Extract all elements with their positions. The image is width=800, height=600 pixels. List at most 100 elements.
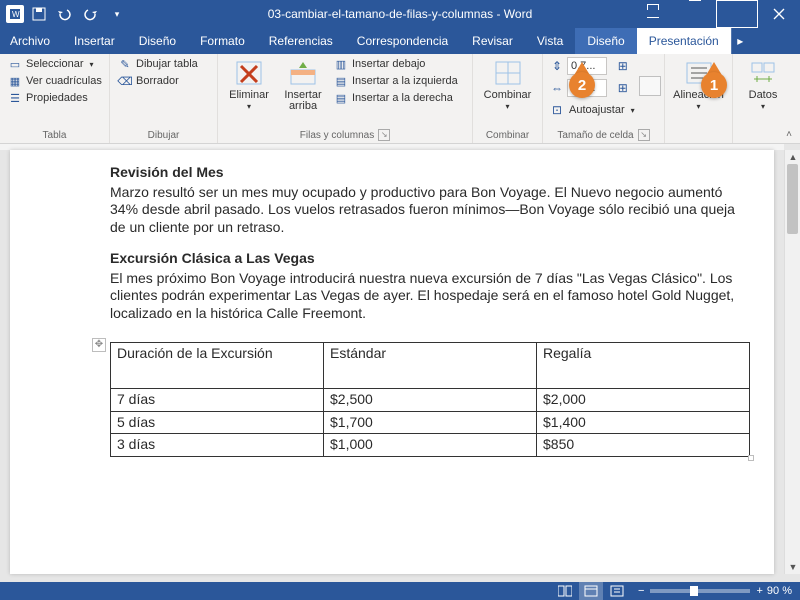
table-cell[interactable]: $850 (537, 434, 750, 457)
collapse-ribbon-button[interactable]: ˄ (781, 127, 797, 141)
table-header-cell[interactable]: Duración de la Excursión (111, 343, 324, 389)
qat-customize[interactable]: ▾ (106, 3, 128, 25)
label: Borrador (136, 75, 179, 87)
web-layout-button[interactable] (605, 582, 629, 600)
table-move-handle[interactable]: ✥ (92, 338, 106, 352)
group-draw: ✎Dibujar tabla ⌫Borrador Dibujar (110, 54, 218, 143)
read-mode-button[interactable] (553, 582, 577, 600)
launcher-icon[interactable]: ↘ (378, 129, 390, 141)
close-button[interactable] (758, 0, 800, 28)
tab-view[interactable]: Vista (525, 28, 575, 54)
table-cell[interactable]: 3 días (111, 434, 324, 457)
save-button[interactable] (28, 3, 50, 25)
table-cell[interactable]: $2,000 (537, 389, 750, 412)
table-header-cell[interactable]: Regalía (537, 343, 750, 389)
callout-2-badge: 2 (569, 72, 595, 98)
zoom-slider-knob[interactable] (690, 586, 698, 596)
draw-table-button[interactable]: ✎Dibujar tabla (116, 56, 200, 72)
autofit-button[interactable]: Autoajustar▾ (567, 103, 637, 117)
undo-button[interactable] (54, 3, 76, 25)
maximize-button[interactable] (716, 0, 758, 28)
table-row[interactable]: 7 días $2,500 $2,000 (111, 389, 750, 412)
insert-above-icon (288, 58, 318, 88)
tab-references[interactable]: Referencias (257, 28, 345, 54)
print-layout-button[interactable] (579, 582, 603, 600)
zoom-slider[interactable] (650, 589, 750, 593)
properties-button[interactable]: ☰Propiedades (6, 90, 104, 106)
insert-below-button[interactable]: ▥Insertar debajo (332, 56, 460, 72)
vertical-scrollbar[interactable]: ▲ ▼ (784, 150, 800, 574)
window-controls (632, 0, 800, 28)
view-gridlines-button[interactable]: ▦Ver cuadrículas (6, 73, 104, 89)
insert-left-button[interactable]: ▤Insertar a la izquierda (332, 73, 460, 89)
table-row[interactable]: Duración de la Excursión Estándar Regalí… (111, 343, 750, 389)
data-button[interactable]: Datos▾ (743, 56, 783, 112)
tab-format[interactable]: Formato (188, 28, 257, 54)
zoom-out-button[interactable]: − (638, 585, 644, 597)
tab-table-layout[interactable]: Presentación (637, 28, 731, 54)
tab-insert[interactable]: Insertar (62, 28, 127, 54)
label: Insertar arriba (278, 90, 328, 112)
table-cell[interactable]: 5 días (111, 411, 324, 434)
combine-button[interactable]: Combinar▾ (483, 56, 533, 112)
scroll-down-button[interactable]: ▼ (785, 560, 800, 574)
web-layout-icon (610, 585, 624, 597)
group-cell-size: ⇕ 0.7... ⊞ ⇔ 4.1... ⊞ ⊡ Autoajustar▾ Tam… (543, 54, 665, 143)
zoom-in-button[interactable]: + (756, 585, 762, 597)
tabs-overflow[interactable]: ▸ (731, 28, 749, 54)
eraser-icon: ⌫ (118, 74, 132, 88)
group-label-rows-cols: Filas y columnas↘ (224, 127, 466, 143)
select-button[interactable]: ▭Seleccionar▾ (6, 56, 104, 72)
table-cell[interactable]: 7 días (111, 389, 324, 412)
redo-button[interactable] (80, 3, 102, 25)
label: Datos▾ (749, 90, 778, 112)
scroll-thumb[interactable] (787, 164, 798, 234)
minimize-icon (689, 0, 701, 28)
group-label-cell-size: Tamaño de celda↘ (549, 127, 658, 143)
table-cell[interactable]: $1,700 (324, 411, 537, 434)
insert-above-button[interactable]: Insertar arriba (278, 56, 328, 112)
delete-button[interactable]: Eliminar▾ (224, 56, 274, 112)
table-header-cell[interactable]: Estándar (324, 343, 537, 389)
insert-right-icon: ▤ (334, 91, 348, 105)
tab-design[interactable]: Diseño (127, 28, 188, 54)
table-row[interactable]: 5 días $1,700 $1,400 (111, 411, 750, 434)
system-menu[interactable]: W (6, 5, 24, 23)
scroll-up-button[interactable]: ▲ (785, 150, 800, 164)
group-label-data (739, 127, 787, 143)
read-mode-icon (558, 585, 572, 597)
table-resize-handle[interactable] (748, 455, 754, 461)
label: Dibujar tabla (136, 58, 198, 70)
save-icon (32, 7, 46, 21)
excursion-table[interactable]: Duración de la Excursión Estándar Regalí… (110, 342, 750, 457)
table-cell[interactable]: $2,500 (324, 389, 537, 412)
zoom-level[interactable]: 90 % (767, 585, 792, 597)
distribute-cols-highlight (639, 76, 661, 96)
tab-mailings[interactable]: Correspondencia (345, 28, 460, 54)
distribute-rows-button[interactable]: ⊞ (615, 59, 631, 73)
minimize-button[interactable] (674, 0, 716, 28)
insert-left-icon: ▤ (334, 74, 348, 88)
ribbon: ▭Seleccionar▾ ▦Ver cuadrículas ☰Propieda… (0, 54, 800, 144)
redo-icon (84, 7, 98, 21)
eraser-button[interactable]: ⌫ Borrador (116, 73, 200, 89)
distribute-cols-button[interactable]: ⊞ (615, 81, 631, 95)
table-cell[interactable]: $1,400 (537, 411, 750, 434)
tab-review[interactable]: Revisar (460, 28, 525, 54)
group-merge: Combinar▾ Combinar (473, 54, 543, 143)
print-layout-icon (584, 585, 598, 597)
launcher-icon[interactable]: ↘ (638, 129, 650, 141)
group-label-table: Tabla (6, 127, 103, 143)
table-row[interactable]: 3 días $1,000 $850 (111, 434, 750, 457)
label: Autoajustar (569, 104, 625, 116)
document-page[interactable]: Revisión del Mes Marzo resultó ser un me… (10, 150, 774, 574)
insert-right-button[interactable]: ▤Insertar a la derecha (332, 90, 460, 106)
data-icon (748, 58, 778, 88)
tab-file[interactable]: Archivo (0, 28, 62, 54)
maximize-icon (716, 0, 758, 28)
select-icon: ▭ (8, 57, 22, 71)
properties-icon: ☰ (8, 91, 22, 105)
ribbon-display-options[interactable] (632, 0, 674, 28)
tab-table-design[interactable]: Diseño (575, 28, 636, 54)
table-cell[interactable]: $1,000 (324, 434, 537, 457)
